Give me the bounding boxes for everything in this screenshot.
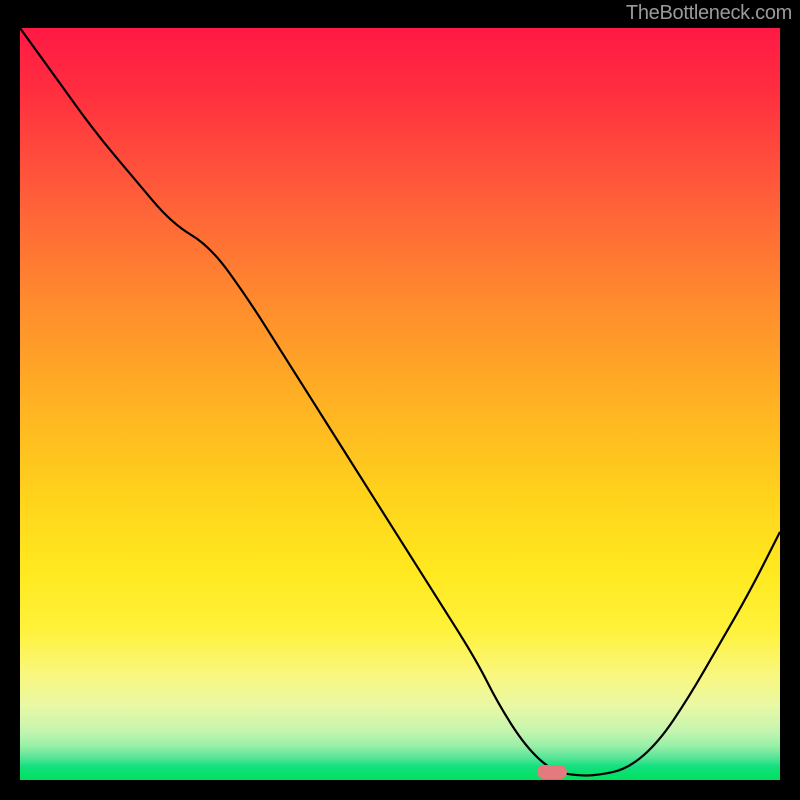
plot-area <box>20 28 780 780</box>
chart-frame: TheBottleneck.com <box>0 0 800 800</box>
watermark-text: TheBottleneck.com <box>626 2 792 25</box>
curve-layer <box>20 28 780 780</box>
optimum-marker <box>537 765 567 779</box>
curve-path <box>20 28 780 775</box>
